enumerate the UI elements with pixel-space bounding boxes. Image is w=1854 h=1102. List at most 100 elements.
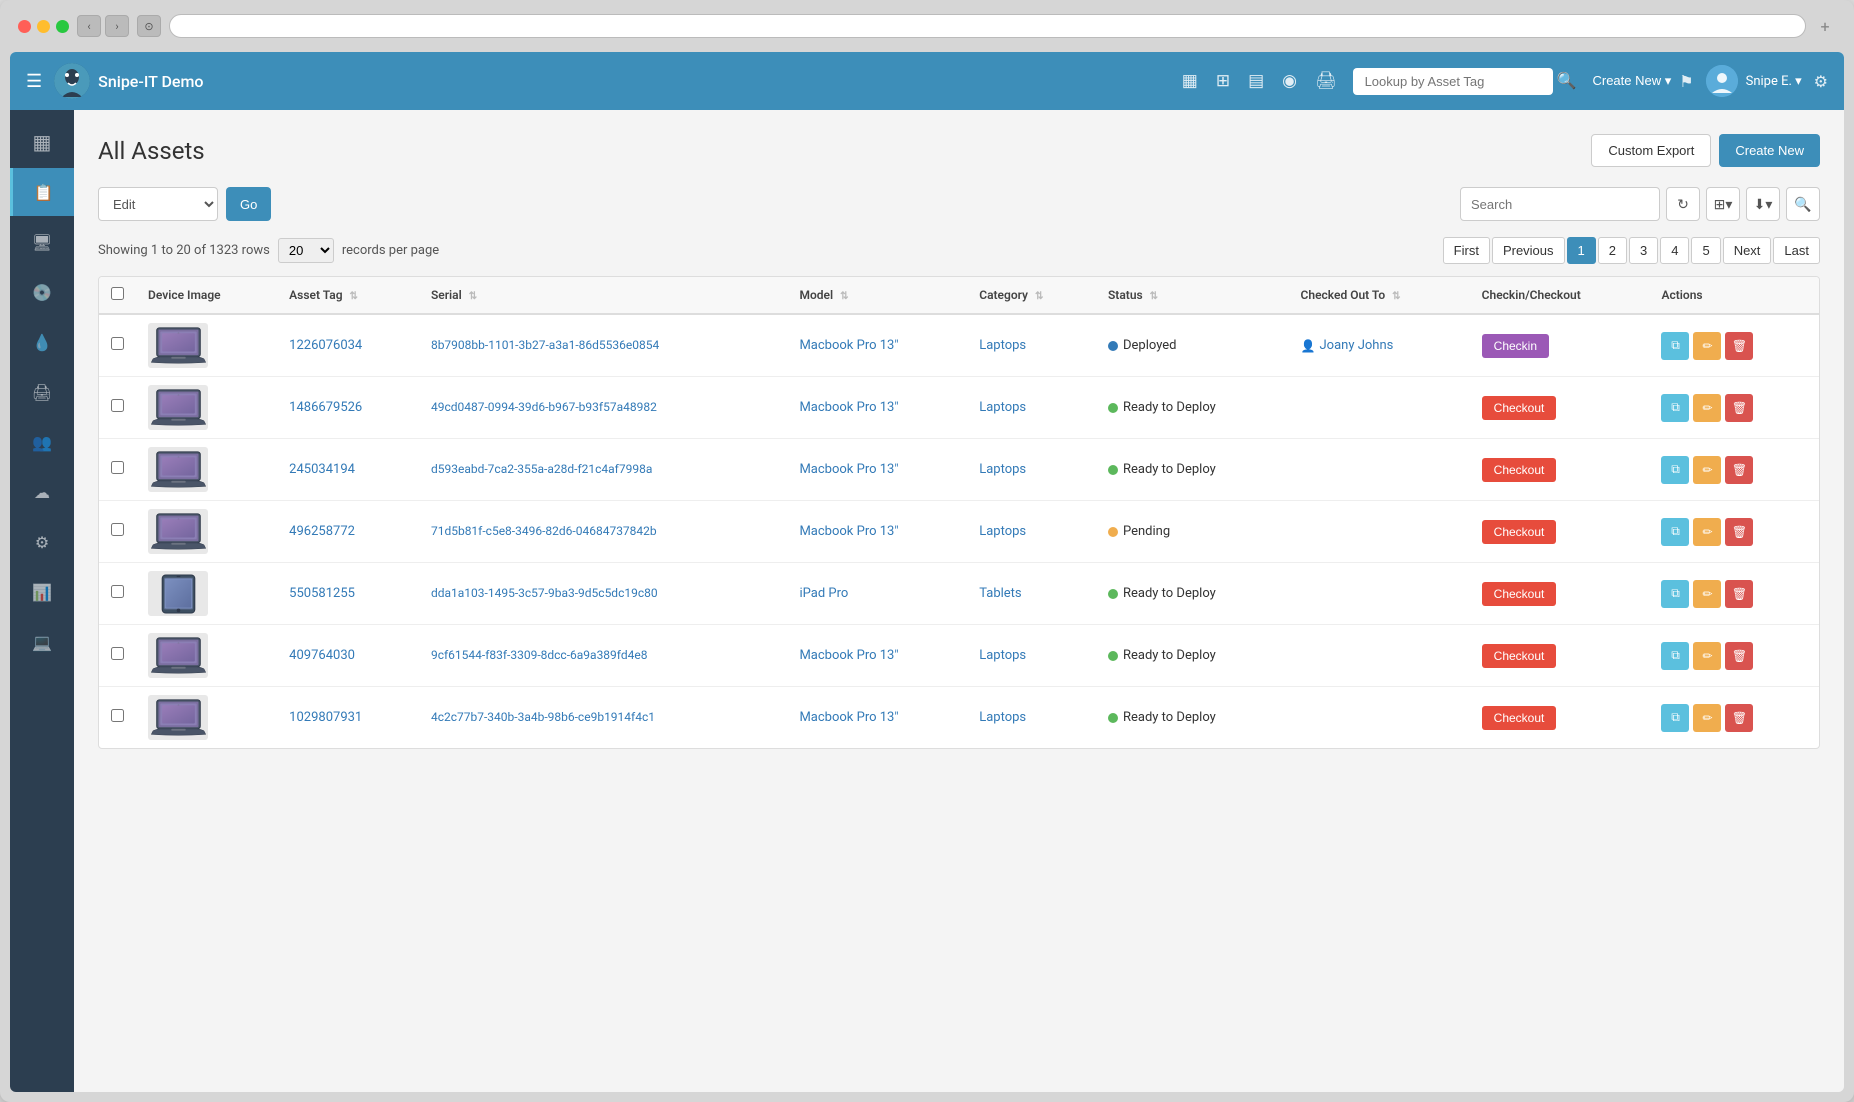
serial-link[interactable]: dda1a103-1495-3c57-9ba3-9d5c5dc19c80 — [431, 586, 658, 600]
delete-button[interactable]: 🗑 — [1725, 580, 1753, 608]
sidebar-item-consumables[interactable]: 💧 — [18, 318, 66, 366]
category-link[interactable]: Laptops — [979, 648, 1026, 663]
delete-button[interactable]: 🗑 — [1725, 332, 1753, 360]
model-link[interactable]: Macbook Pro 13" — [799, 462, 898, 477]
clone-button[interactable]: ⧉ — [1661, 704, 1689, 732]
back-button[interactable]: ‹ — [77, 15, 101, 37]
new-tab-button[interactable]: + — [1814, 15, 1836, 37]
go-button[interactable]: Go — [226, 187, 271, 221]
edit-button[interactable]: ✏ — [1693, 332, 1721, 360]
checkout-button[interactable]: Checkout — [1482, 582, 1557, 606]
edit-button[interactable]: ✏ — [1693, 704, 1721, 732]
edit-button[interactable]: ✏ — [1693, 518, 1721, 546]
sidebar-item-software[interactable]: 💿 — [18, 268, 66, 316]
asset-tag-link[interactable]: 1029807931 — [289, 710, 362, 725]
sidebar-item-accessories[interactable]: 🖨 — [18, 368, 66, 416]
clone-button[interactable]: ⧉ — [1661, 642, 1689, 670]
clone-button[interactable]: ⧉ — [1661, 518, 1689, 546]
row-checkbox[interactable] — [111, 585, 124, 598]
asset-tag-link[interactable]: 550581255 — [289, 586, 355, 601]
asset-tag-link[interactable]: 496258772 — [289, 524, 355, 539]
model-link[interactable]: Macbook Pro 13" — [799, 338, 898, 353]
first-page-button[interactable]: First — [1443, 237, 1490, 264]
checked-out-to-header[interactable]: Checked Out To ⇅ — [1289, 277, 1470, 314]
page-1-button[interactable]: 1 — [1567, 237, 1596, 264]
minimize-button[interactable] — [37, 20, 50, 33]
clone-button[interactable]: ⧉ — [1661, 394, 1689, 422]
model-link[interactable]: Macbook Pro 13" — [799, 400, 898, 415]
refresh-button[interactable]: ↻ — [1666, 187, 1700, 221]
category-link[interactable]: Laptops — [979, 338, 1026, 353]
checkout-button[interactable]: Checkout — [1482, 520, 1557, 544]
delete-button[interactable]: 🗑 — [1725, 456, 1753, 484]
delete-button[interactable]: 🗑 — [1725, 704, 1753, 732]
checkout-button[interactable]: Checkout — [1482, 706, 1557, 730]
delete-button[interactable]: 🗑 — [1725, 394, 1753, 422]
hamburger-menu-icon[interactable]: ☰ — [26, 71, 42, 92]
sidebar-item-assets[interactable]: 📋 — [10, 168, 74, 216]
last-page-button[interactable]: Last — [1773, 237, 1820, 264]
serial-link[interactable]: d593eabd-7ca2-355a-a28d-f21c4af7998a — [431, 462, 652, 476]
model-link[interactable]: Macbook Pro 13" — [799, 648, 898, 663]
edit-button[interactable]: ✏ — [1693, 642, 1721, 670]
checked-out-link[interactable]: 👤Joany Johns — [1301, 338, 1458, 353]
list-icon[interactable]: ▤ — [1248, 71, 1264, 91]
edit-button[interactable]: ✏ — [1693, 580, 1721, 608]
row-checkbox[interactable] — [111, 399, 124, 412]
checkout-button[interactable]: Checkout — [1482, 396, 1557, 420]
checkout-button[interactable]: Checkout — [1482, 644, 1557, 668]
clone-button[interactable]: ⧉ — [1661, 456, 1689, 484]
serial-link[interactable]: 9cf61544-f83f-3309-8dcc-6a9a389fd4e8 — [431, 648, 648, 662]
nav-create-new-button[interactable]: Create New ▾ — [1592, 73, 1671, 89]
row-checkbox[interactable] — [111, 709, 124, 722]
previous-page-button[interactable]: Previous — [1492, 237, 1565, 264]
category-header[interactable]: Category ⇅ — [967, 277, 1096, 314]
edit-button[interactable]: ✏ — [1693, 456, 1721, 484]
serial-header[interactable]: Serial ⇅ — [419, 277, 788, 314]
barcode-scanner-icon[interactable]: ▦ — [1182, 71, 1198, 91]
sidebar-item-reports[interactable]: 📊 — [18, 568, 66, 616]
serial-link[interactable]: 4c2c77b7-340b-3a4b-98b6-ce9b1914f4c1 — [431, 710, 655, 724]
delete-button[interactable]: 🗑 — [1725, 642, 1753, 670]
sidebar-item-devices[interactable]: 💻 — [18, 618, 66, 666]
forward-button[interactable]: › — [105, 15, 129, 37]
serial-link[interactable]: 8b7908bb-1101-3b27-a3a1-86d5536e0854 — [431, 338, 659, 352]
page-3-button[interactable]: 3 — [1629, 237, 1658, 264]
custom-export-button[interactable]: Custom Export — [1591, 134, 1711, 167]
model-link[interactable]: iPad Pro — [799, 586, 848, 601]
select-all-checkbox[interactable] — [111, 287, 124, 300]
table-search-input[interactable] — [1460, 187, 1660, 221]
checkin-button[interactable]: Checkin — [1482, 334, 1549, 358]
serial-link[interactable]: 71d5b81f-c5e8-3496-82d6-04684737842b — [431, 524, 657, 538]
sidebar-item-dashboard[interactable]: ▦ — [18, 118, 66, 166]
sidebar-item-hardware[interactable]: 🖥 — [18, 218, 66, 266]
flag-icon[interactable]: ⚑ — [1679, 72, 1693, 91]
edit-button[interactable]: ✏ — [1693, 394, 1721, 422]
printer-icon[interactable]: 🖨 — [1315, 71, 1337, 91]
category-link[interactable]: Laptops — [979, 524, 1026, 539]
page-2-button[interactable]: 2 — [1598, 237, 1627, 264]
share-icon[interactable]: ⚙ — [1814, 72, 1828, 91]
asset-tag-header[interactable]: Asset Tag ⇅ — [277, 277, 419, 314]
download-button[interactable]: ⊙ — [137, 15, 161, 37]
checkout-button[interactable]: Checkout — [1482, 458, 1557, 482]
create-new-button[interactable]: Create New — [1719, 134, 1820, 167]
model-link[interactable]: Macbook Pro 13" — [799, 710, 898, 725]
search-toggle-button[interactable]: 🔍 — [1786, 187, 1820, 221]
nav-search-button[interactable]: 🔍 — [1557, 71, 1577, 91]
grid-icon[interactable]: ⊞ — [1216, 71, 1230, 91]
asset-tag-link[interactable]: 245034194 — [289, 462, 355, 477]
clone-button[interactable]: ⧉ — [1661, 332, 1689, 360]
bulk-action-select[interactable]: Edit — [98, 187, 218, 221]
category-link[interactable]: Laptops — [979, 400, 1026, 415]
sidebar-item-settings[interactable]: ⚙ — [18, 518, 66, 566]
delete-button[interactable]: 🗑 — [1725, 518, 1753, 546]
maximize-button[interactable] — [56, 20, 69, 33]
columns-button[interactable]: ⊞▾ — [1706, 187, 1740, 221]
page-5-button[interactable]: 5 — [1691, 237, 1720, 264]
asset-tag-search-input[interactable] — [1353, 68, 1553, 95]
row-checkbox[interactable] — [111, 647, 124, 660]
droplet-icon[interactable]: ◉ — [1282, 71, 1297, 91]
next-page-button[interactable]: Next — [1723, 237, 1772, 264]
row-checkbox[interactable] — [111, 337, 124, 350]
